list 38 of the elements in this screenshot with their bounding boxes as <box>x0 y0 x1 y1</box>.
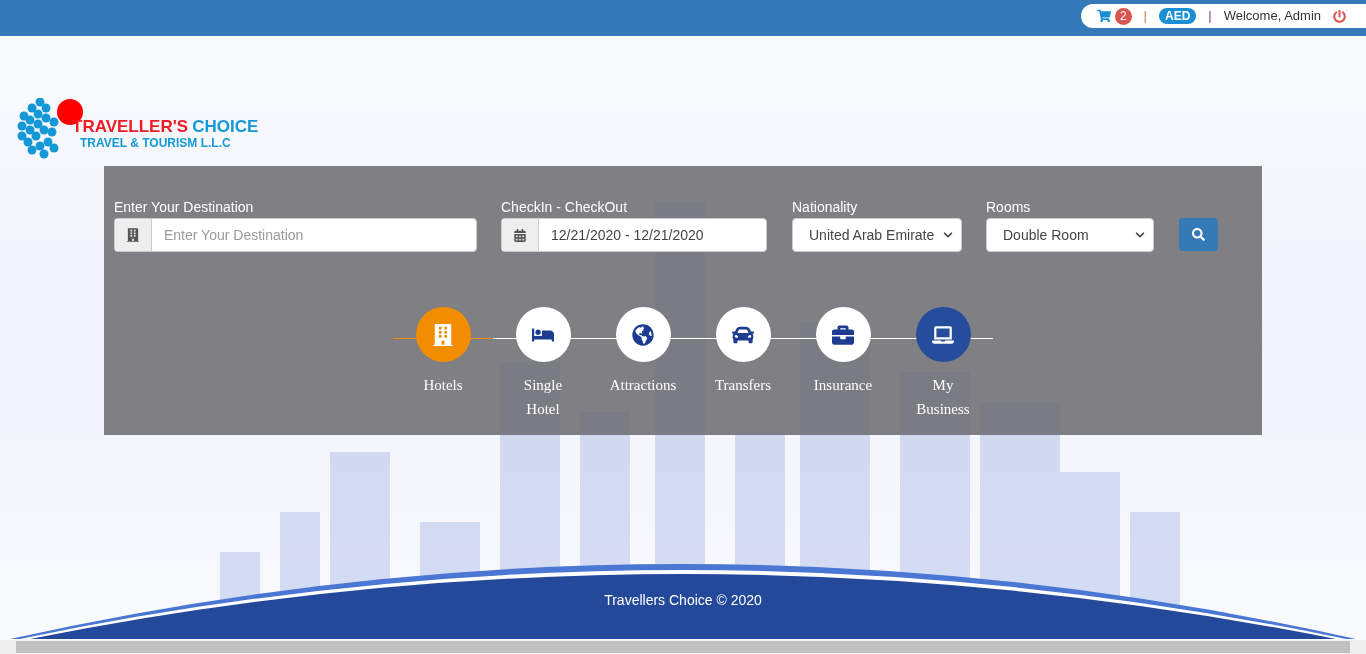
building-icon <box>432 323 454 346</box>
service-tab[interactable]: Insurance <box>793 307 893 421</box>
globe-icon <box>632 323 654 346</box>
destination-field[interactable]: Enter Your Destination <box>114 218 477 252</box>
search-icon <box>1192 228 1205 241</box>
field-label: Nationality <box>792 198 859 216</box>
service-tab[interactable]: Transfers <box>693 307 793 421</box>
logo-title: TRAVELLER'S <box>72 119 189 135</box>
chevron-icon <box>943 230 953 240</box>
power-button[interactable] <box>1333 9 1346 23</box>
laptop-icon <box>932 323 954 346</box>
power-icon <box>1333 9 1346 23</box>
destination-input[interactable]: Enter Your Destination <box>152 219 476 251</box>
separator: | <box>1208 7 1212 26</box>
search-button[interactable] <box>1179 218 1218 251</box>
cart-icon <box>1096 9 1111 23</box>
briefcase-icon <box>832 323 854 346</box>
cart-count-badge: 2 <box>1114 7 1132 25</box>
building-icon <box>127 228 139 242</box>
rooms-select[interactable]: Double Room <box>986 218 1154 252</box>
copyright-text: Travellers Choice © 2020 <box>604 591 762 610</box>
service-tab[interactable]: Attractions <box>593 307 693 421</box>
logo-subtitle: TRAVEL & TOURISM L.L.C <box>80 135 232 151</box>
service-tab[interactable]: My Business <box>893 307 993 421</box>
service-tab[interactable]: Hotels <box>393 307 493 421</box>
chevron-icon <box>1135 230 1145 240</box>
field-label: Rooms <box>986 198 1032 216</box>
field-label: CheckIn - CheckOut <box>501 198 629 216</box>
logo-title: CHOICE <box>192 119 259 135</box>
field-label: Enter Your Destination <box>114 198 255 216</box>
date-range-field[interactable]: 12/21/2020 - 12/21/2020 <box>501 218 767 252</box>
nationality-select[interactable]: United Arab Emirate <box>792 218 962 252</box>
service-tab[interactable]: Single Hotel <box>493 307 593 421</box>
welcome-text: Welcome, Admin <box>1223 7 1321 26</box>
cart-button[interactable]: 2 <box>1096 7 1132 25</box>
calendar-icon <box>514 228 526 242</box>
separator: | <box>1143 7 1147 26</box>
currency-badge[interactable]: AED <box>1158 8 1197 24</box>
